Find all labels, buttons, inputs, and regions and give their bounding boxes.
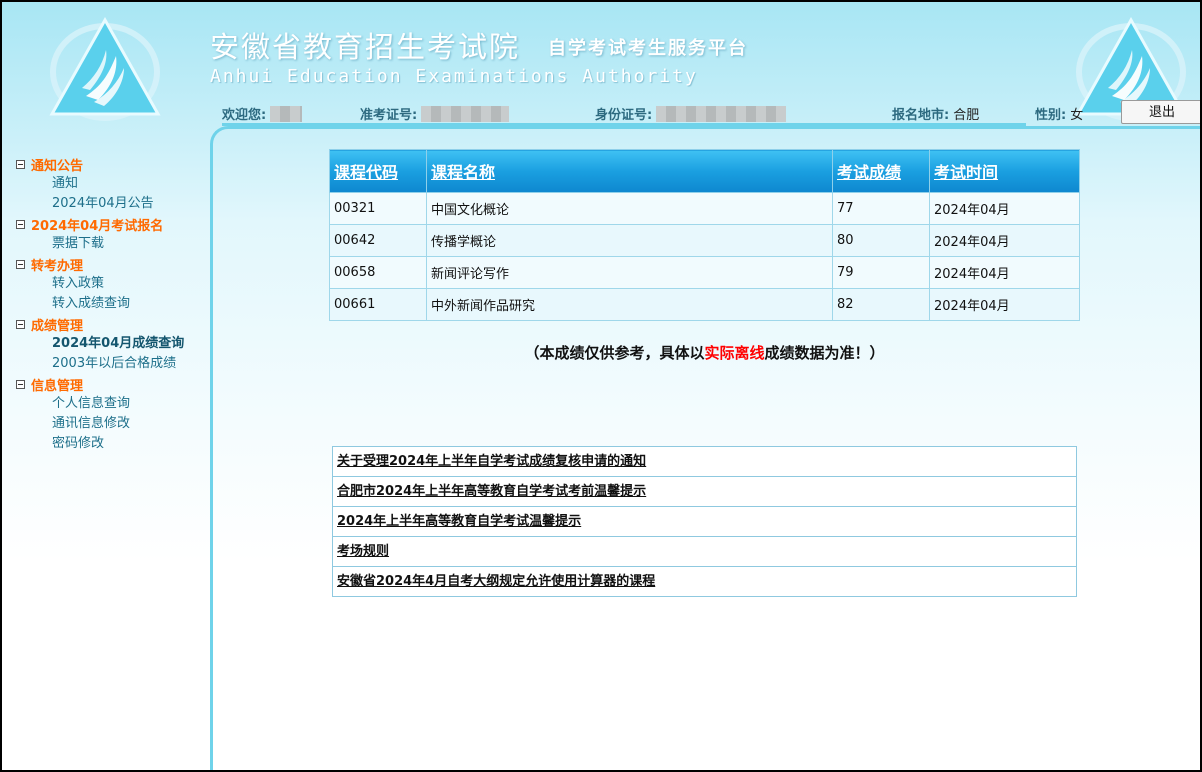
cell-exam-date: 2024年04月 [929, 288, 1080, 321]
id-no-label: 身份证号: [595, 108, 653, 123]
score-disclaimer: （本成绩仅供参考，具体以实际离线成绩数据为准！） [329, 342, 1080, 363]
announcement-link[interactable]: 安徽省2024年4月自考大纲规定允许使用计算器的课程 [333, 567, 1076, 596]
sidebar-item-contact-edit[interactable]: 通讯信息修改 [16, 414, 206, 434]
cell-score: 80 [832, 224, 930, 257]
collapse-icon[interactable] [16, 259, 25, 269]
cell-course-name: 中外新闻作品研究 [426, 288, 833, 321]
user-info-bar: 欢迎您: 准考证号: 身份证号: 报名地市: 合肥 性别: 女 [2, 104, 1200, 124]
score-table: 课程代码 课程名称 考试成绩 考试时间 00321 中国文化概论 77 2024… [329, 149, 1080, 321]
cell-course-code: 00661 [329, 288, 427, 321]
table-row: 00661 中外新闻作品研究 82 2024年04月 [329, 288, 1080, 321]
sidebar-item-april-announcement[interactable]: 2024年04月公告 [16, 194, 206, 214]
sidebar-item-notice[interactable]: 通知 [16, 174, 206, 194]
collapse-icon[interactable] [16, 159, 25, 169]
column-header-course-name[interactable]: 课程名称 [426, 149, 833, 193]
site-subtitle: 自学考试考生服务平台 [548, 38, 748, 59]
site-title: 安徽省教育招生考试院 [210, 30, 521, 64]
disclaimer-suffix: 成绩数据为准！） [764, 344, 885, 362]
column-header-exam-date[interactable]: 考试时间 [929, 149, 1080, 193]
table-row: 00642 传播学概论 80 2024年04月 [329, 224, 1080, 257]
sidebar-group-label: 转考办理 [31, 258, 84, 274]
collapse-icon[interactable] [16, 379, 25, 389]
sidebar-item-transfer-score-query[interactable]: 转入成绩查询 [16, 294, 206, 314]
table-header-row: 课程代码 课程名称 考试成绩 考试时间 [329, 149, 1080, 193]
exam-no-label: 准考证号: [360, 108, 418, 123]
collapse-icon[interactable] [16, 219, 25, 229]
sidebar-group-label: 成绩管理 [31, 318, 84, 334]
masked-exam-no [421, 105, 510, 122]
collapse-icon[interactable] [16, 319, 25, 329]
sidebar-item-password-change[interactable]: 密码修改 [16, 434, 206, 454]
announcement-link[interactable]: 2024年上半年高等教育自学考试温馨提示 [333, 507, 1076, 537]
table-row: 00321 中国文化概论 77 2024年04月 [329, 192, 1080, 225]
gender-info: 性别: 女 [1035, 104, 1083, 123]
welcome-info: 欢迎您: [222, 104, 303, 123]
sidebar-group-label: 信息管理 [31, 378, 84, 394]
table-row: 00658 新闻评论写作 79 2024年04月 [329, 256, 1080, 289]
masked-name [270, 105, 303, 122]
cell-course-code: 00642 [329, 224, 427, 257]
column-header-score[interactable]: 考试成绩 [832, 149, 930, 193]
sidebar-group-transfer[interactable]: 转考办理 [16, 254, 206, 274]
announcement-links: 关于受理2024年上半年自学考试成绩复核申请的通知 合肥市2024年上半年高等教… [332, 446, 1077, 597]
cell-course-code: 00658 [329, 256, 427, 289]
column-header-course-code[interactable]: 课程代码 [329, 149, 427, 193]
masked-id-no [656, 105, 787, 122]
sidebar-group-info[interactable]: 信息管理 [16, 374, 206, 394]
page-frame: 安徽省教育招生考试院 自学考试考生服务平台 Anhui Education Ex… [0, 0, 1202, 772]
site-english-title: Anhui Education Examinations Authority [210, 66, 698, 87]
exam-no-info: 准考证号: [360, 104, 510, 123]
sidebar-item-receipt-download[interactable]: 票据下载 [16, 234, 206, 254]
sidebar-item-april-score-query[interactable]: 2024年04月成绩查询 [16, 334, 206, 354]
cell-score: 82 [832, 288, 930, 321]
disclaimer-prefix: （本成绩仅供参考，具体以 [524, 344, 705, 362]
cell-course-code: 00321 [329, 192, 427, 225]
sidebar-item-qualified-scores[interactable]: 2003年以后合格成绩 [16, 354, 206, 374]
location-label: 报名地市: [892, 108, 950, 123]
cell-exam-date: 2024年04月 [929, 256, 1080, 289]
sidebar-group-label: 2024年04月考试报名 [31, 218, 164, 234]
cell-exam-date: 2024年04月 [929, 224, 1080, 257]
cell-course-name: 新闻评论写作 [426, 256, 833, 289]
sidebar-nav: 通知公告 通知 2024年04月公告 2024年04月考试报名 票据下载 转考办… [16, 154, 206, 454]
sidebar-item-transfer-policy[interactable]: 转入政策 [16, 274, 206, 294]
gender-value: 女 [1070, 108, 1084, 123]
sidebar-item-personal-info[interactable]: 个人信息查询 [16, 394, 206, 414]
cell-exam-date: 2024年04月 [929, 192, 1080, 225]
sidebar-group-label: 通知公告 [31, 158, 84, 174]
gender-label: 性别: [1035, 108, 1067, 123]
sidebar-group-notices[interactable]: 通知公告 [16, 154, 206, 174]
cell-course-name: 传播学概论 [426, 224, 833, 257]
cell-course-name: 中国文化概论 [426, 192, 833, 225]
disclaimer-highlight: 实际离线 [704, 344, 765, 362]
announcement-link[interactable]: 合肥市2024年上半年高等教育自学考试考前温馨提示 [333, 477, 1076, 507]
announcement-link[interactable]: 考场规则 [333, 537, 1076, 567]
logout-button[interactable]: 退出 [1121, 100, 1200, 124]
location-info: 报名地市: 合肥 [892, 104, 979, 123]
sidebar-group-scores[interactable]: 成绩管理 [16, 314, 206, 334]
id-no-info: 身份证号: [595, 104, 787, 123]
cell-score: 79 [832, 256, 930, 289]
sidebar-group-registration[interactable]: 2024年04月考试报名 [16, 214, 206, 234]
location-value: 合肥 [953, 108, 980, 123]
welcome-label: 欢迎您: [222, 108, 267, 123]
cell-score: 77 [832, 192, 930, 225]
announcement-link[interactable]: 关于受理2024年上半年自学考试成绩复核申请的通知 [333, 447, 1076, 477]
